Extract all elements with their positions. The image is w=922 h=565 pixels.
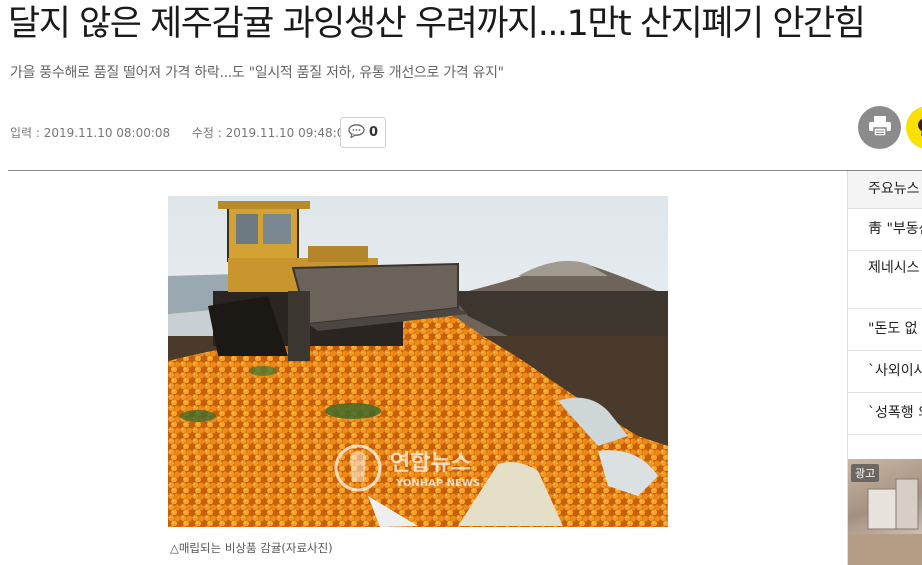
sidebar-ad[interactable]: 광고	[848, 459, 922, 565]
header-divider	[8, 170, 922, 171]
sidebar-news-item[interactable]: `성폭행 의	[848, 393, 922, 435]
print-icon	[868, 115, 892, 141]
modified-date: 수정 : 2019.11.10 09:48:07	[191, 126, 352, 140]
kakaotalk-icon	[916, 115, 922, 141]
article-subheadline: 가을 풍수해로 품질 떨어져 가격 하락...도 "일시적 품질 저하, 유통 …	[10, 65, 504, 81]
print-button[interactable]	[858, 106, 901, 149]
watermark-english: YONHAP NEWS	[395, 478, 480, 489]
input-date: 입력 : 2019.11.10 08:00:08	[10, 126, 171, 140]
sidebar-news-item[interactable]: `사외이사	[848, 351, 922, 393]
article-photo: 연합뉴스 YONHAP NEWS	[168, 196, 668, 527]
comment-button[interactable]: 0	[340, 117, 386, 148]
sidebar-news-item[interactable]: 靑 "부동산	[848, 209, 922, 251]
sidebar-news-item[interactable]: 제네시스 부...	[848, 251, 922, 309]
article-headline: 달지 않은 제주감귤 과잉생산 우려까지...1만t 산지폐기 안간힘	[8, 4, 866, 44]
watermark-korean: 연합뉴스	[390, 450, 471, 476]
article-meta: 입력 : 2019.11.10 08:00:08 수정 : 2019.11.10…	[10, 124, 352, 141]
sidebar-news-item[interactable]: "돈도 없	[848, 309, 922, 351]
comment-count: 0	[368, 125, 379, 140]
comment-icon	[348, 123, 365, 142]
kakaotalk-share-button[interactable]	[906, 106, 922, 149]
sidebar-title: 주요뉴스	[848, 171, 922, 209]
photo-caption: △매립되는 비상품 감귤(자료사진)	[170, 541, 333, 555]
